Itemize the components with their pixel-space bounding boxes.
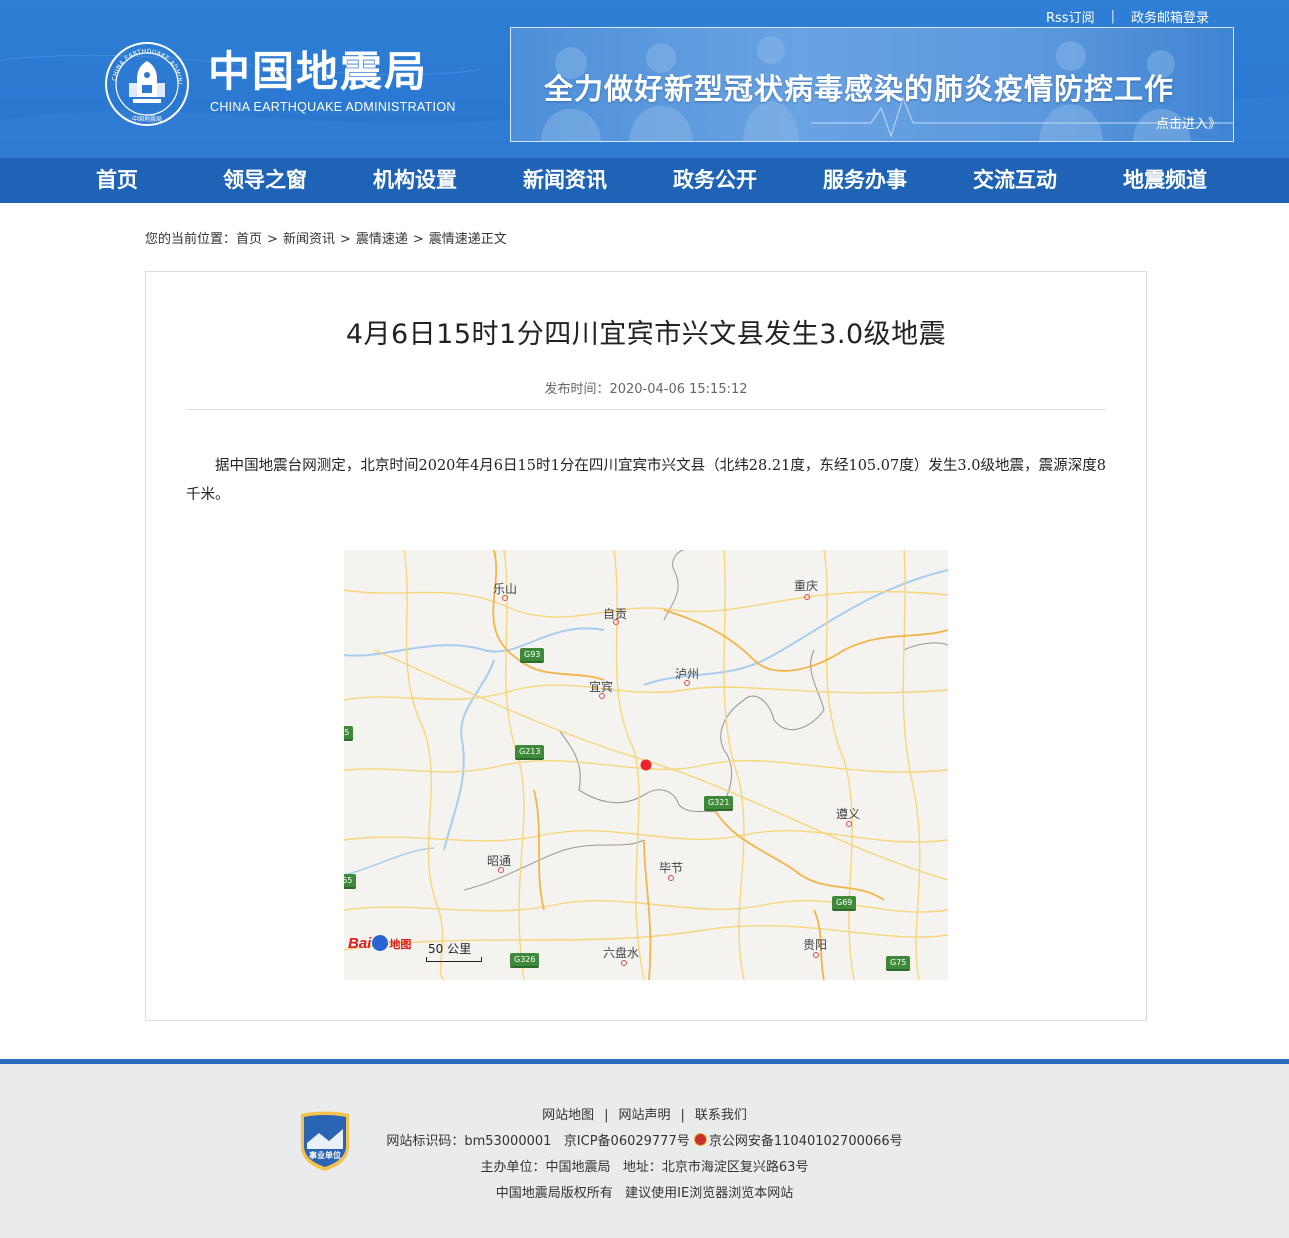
mail-login-link[interactable]: 政务邮箱登录 — [1131, 7, 1209, 26]
top-links: Rss订阅 | 政务邮箱登录 — [1046, 7, 1209, 26]
footer-link-statement[interactable]: 网站声明 — [618, 1108, 670, 1123]
breadcrumb-sep: > — [412, 232, 424, 247]
nav-item-services[interactable]: 服务办事 — [823, 158, 907, 203]
nav-item-interact[interactable]: 交流互动 — [973, 158, 1057, 203]
breadcrumb-home[interactable]: 首页 — [236, 232, 262, 247]
map-city-label: 重庆 — [794, 579, 819, 593]
map-scale-bar — [426, 957, 482, 962]
footer-links: 网站地图 | 网站声明 | 联系我们 — [0, 1104, 1289, 1123]
map-city-label: 六盘水 — [603, 946, 640, 960]
separator: | — [680, 1108, 685, 1123]
baidu-logo-text-2: 地图 — [389, 938, 412, 951]
baidu-logo-text: Bai — [348, 935, 372, 952]
footer-copyright-line: 中国地震局版权所有 建议使用IE浏览器浏览本网站 — [495, 1186, 794, 1201]
main-nav: 首页 领导之窗 机构设置 新闻资讯 政务公开 服务办事 交流互动 地震频道 — [0, 158, 1289, 203]
rss-link[interactable]: Rss订阅 — [1046, 7, 1095, 26]
baidu-paw-icon — [372, 935, 389, 951]
breadcrumb-current: 震情速递正文 — [428, 232, 507, 247]
epicenter-marker[interactable] — [640, 759, 652, 771]
highway-shield: G69 — [832, 896, 857, 911]
footer-sponsor-line: 主办单位：中国地震局 地址：北京市海淀区复兴路63号 — [480, 1160, 809, 1175]
nav-item-quake[interactable]: 地震频道 — [1123, 158, 1207, 203]
breadcrumb: 您的当前位置：首页 > 新闻资讯 > 震情速递 > 震情速递正文 — [145, 228, 507, 247]
nav-item-home[interactable]: 首页 — [96, 158, 138, 203]
footer-icp-text: 网站标识码：bm53000001 京ICP备06029777号 — [386, 1134, 690, 1149]
map-city-label: 泸州 — [675, 667, 700, 681]
separator: | — [1110, 9, 1115, 24]
map-roads-layer — [344, 550, 948, 980]
footer-link-sitemap[interactable]: 网站地图 — [542, 1108, 594, 1123]
map-scale-label: 50 公里 — [428, 942, 472, 956]
covid-banner[interactable]: 全力做好新型冠状病毒感染的肺炎疫情防控工作 点击进入》 — [510, 27, 1234, 142]
nav-item-gov-open[interactable]: 政务公开 — [673, 158, 757, 203]
map-city-label: 毕节 — [659, 861, 684, 875]
breadcrumb-sep: > — [339, 232, 351, 247]
breadcrumb-news[interactable]: 新闻资讯 — [283, 232, 335, 247]
map-city-label: 贵阳 — [803, 938, 828, 952]
breadcrumb-prefix: 您的当前位置： — [145, 232, 237, 247]
breadcrumb-quick[interactable]: 震情速递 — [356, 232, 408, 247]
site-footer: 事业单位 网站地图 | 网站声明 | 联系我们 网站标识码：bm53000001 京IC… — [0, 1064, 1289, 1238]
highway-shield: G326 — [510, 953, 540, 968]
map-city-label: 自贡 — [603, 607, 628, 621]
map-city-label: 昭通 — [487, 854, 512, 868]
article-date: 发布时间：2020-04-06 15:15:12 — [544, 382, 748, 397]
cea-emblem-icon[interactable]: CHINA EARTHQUAKE ADMINISTRATION 中国地震局 — [104, 41, 190, 127]
divider — [186, 409, 1106, 410]
map-city-label: 遵义 — [836, 807, 861, 821]
nav-item-org[interactable]: 机构设置 — [373, 158, 457, 203]
nav-item-news[interactable]: 新闻资讯 — [523, 158, 607, 203]
map-city-label: 乐山 — [493, 582, 518, 596]
highway-shield: G213 — [515, 745, 545, 760]
site-logo-subtitle: CHINA EARTHQUAKE ADMINISTRATION — [210, 100, 456, 114]
breadcrumb-sep: > — [267, 232, 278, 247]
emblem-bottom-text: 中国地震局 — [132, 115, 162, 123]
police-badge-icon — [693, 1133, 707, 1146]
map-city-label: 宜宾 — [589, 680, 614, 694]
article-panel: 4月6日15时1分四川宜宾市兴文县发生3.0级地震 发布时间：2020-04-0… — [145, 271, 1147, 1021]
article-title: 4月6日15时1分四川宜宾市兴文县发生3.0级地震 — [345, 319, 947, 350]
epicenter-map[interactable]: 乐山 自贡 重庆 泸州 宜宾 遵义 昭通 毕节 贵阳 六盘水 G93 G213 … — [344, 550, 948, 980]
baidu-map-logo[interactable]: Bai 地图 — [348, 933, 411, 952]
site-logo-title[interactable]: 中国地震局 — [208, 46, 428, 98]
banner-title: 全力做好新型冠状病毒感染的肺炎疫情防控工作 — [544, 72, 1175, 106]
highway-shield: G321 — [704, 796, 734, 811]
highway-shield: G55 — [344, 874, 357, 889]
nav-item-leaders[interactable]: 领导之窗 — [223, 158, 307, 203]
banner-enter-link[interactable]: 点击进入》 — [1156, 113, 1221, 132]
footer-police-link[interactable]: 京公网安备11040102700066号 — [709, 1134, 903, 1149]
highway-shield: G5 — [344, 726, 354, 741]
highway-shield: G93 — [520, 648, 545, 663]
footer-link-contact[interactable]: 联系我们 — [695, 1108, 747, 1123]
site-header: Rss订阅 | 政务邮箱登录 CHINA EARTHQUAKE ADMINIST… — [0, 0, 1289, 158]
highway-shield: G75 — [886, 956, 911, 971]
separator: | — [604, 1108, 609, 1123]
article-body: 据中国地震台网测定，北京时间2020年4月6日15时1分在四川宜宾市兴文县（北纬… — [186, 458, 1106, 503]
footer-icp-line: 网站标识码：bm53000001 京ICP备06029777号 京公网安备110… — [0, 1130, 1289, 1149]
